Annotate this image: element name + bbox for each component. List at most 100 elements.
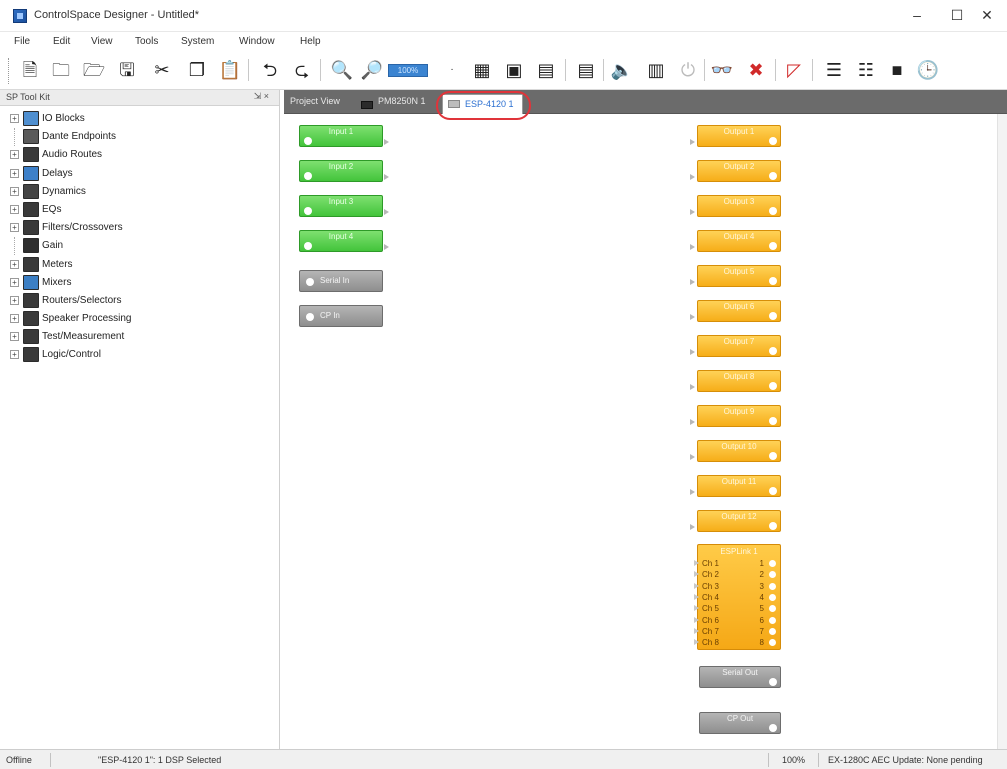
menu-system[interactable]: System [181,36,214,47]
channel-output-node[interactable] [769,571,776,579]
zoom-out-icon[interactable]: 🔎 [360,58,384,82]
expand-icon[interactable]: + [10,223,19,233]
channel-input-pin[interactable] [694,616,699,623]
control-node[interactable] [306,278,314,286]
channel-input-pin[interactable] [694,639,699,646]
output-node[interactable] [769,312,777,320]
channel-output-node[interactable] [769,639,776,647]
serial-out-block[interactable]: Serial Out [699,666,781,688]
output-node[interactable] [769,452,777,460]
book-icon[interactable]: ■ [885,58,909,82]
input-block[interactable]: Input 4 [299,230,383,252]
paste-icon[interactable]: 📋 [218,58,242,82]
expand-icon[interactable]: + [10,204,19,214]
output-node[interactable] [769,242,777,250]
network-icon[interactable]: ◸ [782,58,806,82]
output-block[interactable]: Output 2 [697,160,781,182]
toolbar-grip[interactable] [8,58,11,84]
output-block[interactable]: Output 12 [697,510,781,532]
menu-help[interactable]: Help [300,36,321,47]
power-icon[interactable]: ⏻ [676,58,700,82]
tree-item[interactable]: Gain [0,237,280,256]
window-icon[interactable]: ▤ [534,58,558,82]
output-block[interactable]: Output 10 [697,440,781,462]
output-block[interactable]: Output 3 [697,195,781,217]
esplink-channel-row[interactable]: Ch 8 8 [694,638,778,647]
expand-icon[interactable]: + [10,295,19,305]
channel-output-node[interactable] [769,616,776,624]
undo-icon[interactable]: ⮌ [258,58,282,82]
menu-file[interactable]: File [14,36,30,47]
menu-tools[interactable]: Tools [135,36,158,47]
input-pin[interactable] [690,314,695,320]
control-node[interactable] [769,678,777,686]
tab-pm8250n[interactable]: PM8250N 1 [356,96,426,109]
input-block[interactable]: Input 3 [299,195,383,217]
new-document-icon[interactable]: 🗎 [18,58,42,82]
save-icon[interactable]: 🖫 [115,58,139,82]
expand-icon[interactable]: + [10,168,19,178]
esplink-channel-row[interactable]: Ch 5 5 [694,604,778,613]
input-pin[interactable] [690,384,695,390]
expand-icon[interactable]: + [10,332,19,342]
tree-item[interactable]: + Test/Measurement [0,328,280,346]
tree-item[interactable]: + Audio Routes [0,146,280,164]
esplink-channel-row[interactable]: Ch 3 3 [694,582,778,591]
input-pin[interactable] [690,279,695,285]
expand-icon[interactable]: + [10,277,19,287]
tab-esp-4120[interactable]: ESP-4120 1 [442,94,523,114]
cp-out-block[interactable]: CP Out [699,712,781,734]
output-block[interactable]: Output 9 [697,405,781,427]
input-block[interactable]: Input 2 [299,160,383,182]
speaker-icon[interactable]: 🔈 [610,58,634,82]
channel-input-pin[interactable] [694,582,699,589]
panel-pin-close-icon[interactable]: ⇲ × [254,91,269,102]
output-pin[interactable] [384,139,389,145]
vertical-scrollbar[interactable] [997,114,1007,749]
channel-input-pin[interactable] [694,627,699,634]
input-pin[interactable] [690,244,695,250]
output-pin[interactable] [384,174,389,180]
cp-in-block[interactable]: CP In [299,305,383,327]
tree-item[interactable]: + Dynamics [0,183,280,201]
input-pin[interactable] [690,209,695,215]
serial-in-block[interactable]: Serial In [299,270,383,292]
output-node[interactable] [769,207,777,215]
layout-icon[interactable]: ▣ [502,58,526,82]
tree-item[interactable]: + EQs [0,201,280,219]
find-icon[interactable]: 👓 [710,58,734,82]
output-block[interactable]: Output 6 [697,300,781,322]
input-node[interactable] [304,172,312,180]
menu-window[interactable]: Window [239,36,275,47]
redo-icon[interactable]: ⮎ [290,58,314,82]
channel-input-pin[interactable] [694,560,699,566]
output-block[interactable]: Output 8 [697,370,781,392]
output-node[interactable] [769,487,777,495]
expand-icon[interactable]: + [10,114,19,123]
output-node[interactable] [769,522,777,530]
output-node[interactable] [769,417,777,425]
output-node[interactable] [769,137,777,145]
tree-item[interactable]: + Routers/Selectors [0,292,280,310]
expand-icon[interactable]: + [10,314,19,324]
clock-icon[interactable]: 🕒 [916,58,940,82]
tree-item[interactable]: + Speaker Processing [0,310,280,328]
device-icon[interactable]: ▥ [644,58,668,82]
output-block[interactable]: Output 1 [697,125,781,147]
channel-output-node[interactable] [769,593,776,601]
list-icon[interactable]: ☰ [822,58,846,82]
channel-output-node[interactable] [769,627,776,635]
input-pin[interactable] [690,454,695,460]
channel-input-pin[interactable] [694,571,699,578]
output-node[interactable] [769,277,777,285]
channel-input-pin[interactable] [694,605,699,612]
close-button[interactable]: ✕ [967,2,1007,28]
tree-item[interactable]: Dante Endpoints [0,128,280,147]
tree-item[interactable]: + Logic/Control [0,346,280,364]
tree-item[interactable]: + Mixers [0,274,280,292]
esplink-channel-row[interactable]: Ch 6 6 [694,616,778,625]
tree-icon[interactable]: ☷ [854,58,878,82]
control-node[interactable] [306,313,314,321]
minimize-button[interactable]: – [897,2,937,28]
esplink-channel-row[interactable]: Ch 2 2 [694,570,778,579]
